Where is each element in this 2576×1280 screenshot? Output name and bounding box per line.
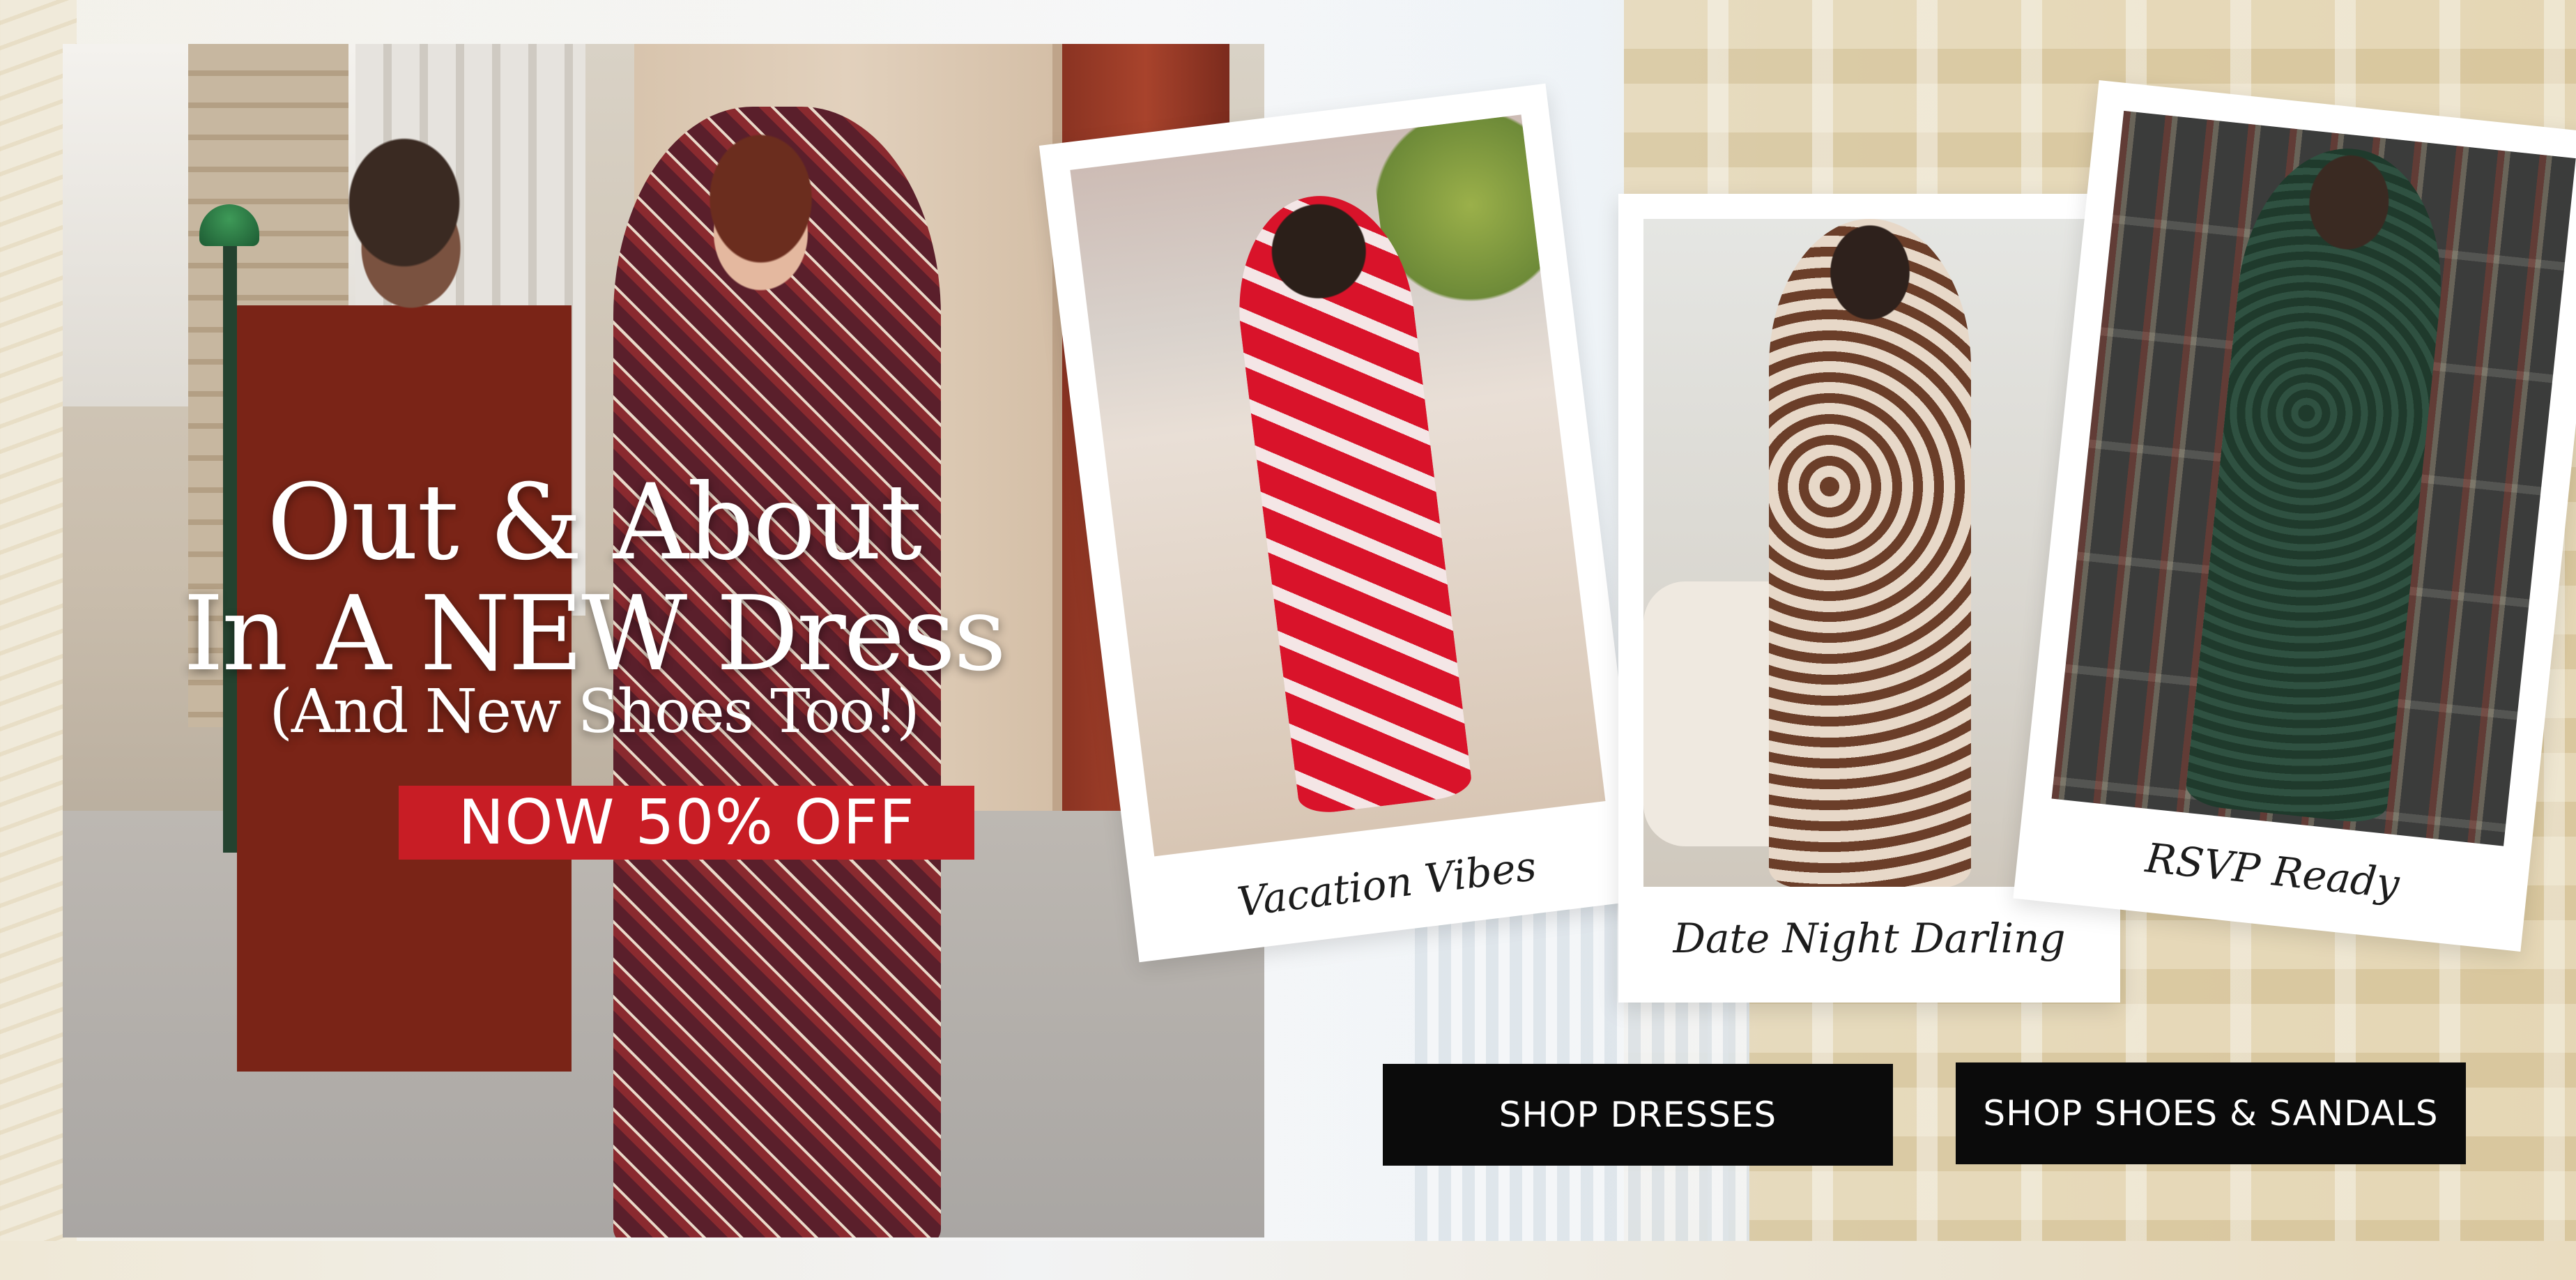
shop-dresses-button[interactable]: SHOP DRESSES [1383, 1064, 1893, 1166]
card-photo [2051, 110, 2576, 846]
card-caption: Date Night Darling [1673, 915, 2066, 962]
card-photo [1070, 114, 1606, 857]
shop-shoes-button[interactable]: SHOP SHOES & SANDALS [1956, 1062, 2466, 1164]
polaroid-card-rsvp[interactable]: RSVP Ready [2013, 79, 2576, 952]
hero-headline-line2: In A NEW Dress [183, 574, 1006, 694]
hero-headline-line1: Out & About [266, 462, 922, 584]
model-brown-print-dress [1769, 219, 1971, 887]
background-strip [0, 1241, 2576, 1280]
promo-badge: NOW 50% OFF [399, 786, 974, 860]
hero-headline-line3: (And New Shoes Too!) [269, 677, 919, 747]
polaroid-card-vacation[interactable]: Vacation Vibes [1038, 83, 1646, 963]
